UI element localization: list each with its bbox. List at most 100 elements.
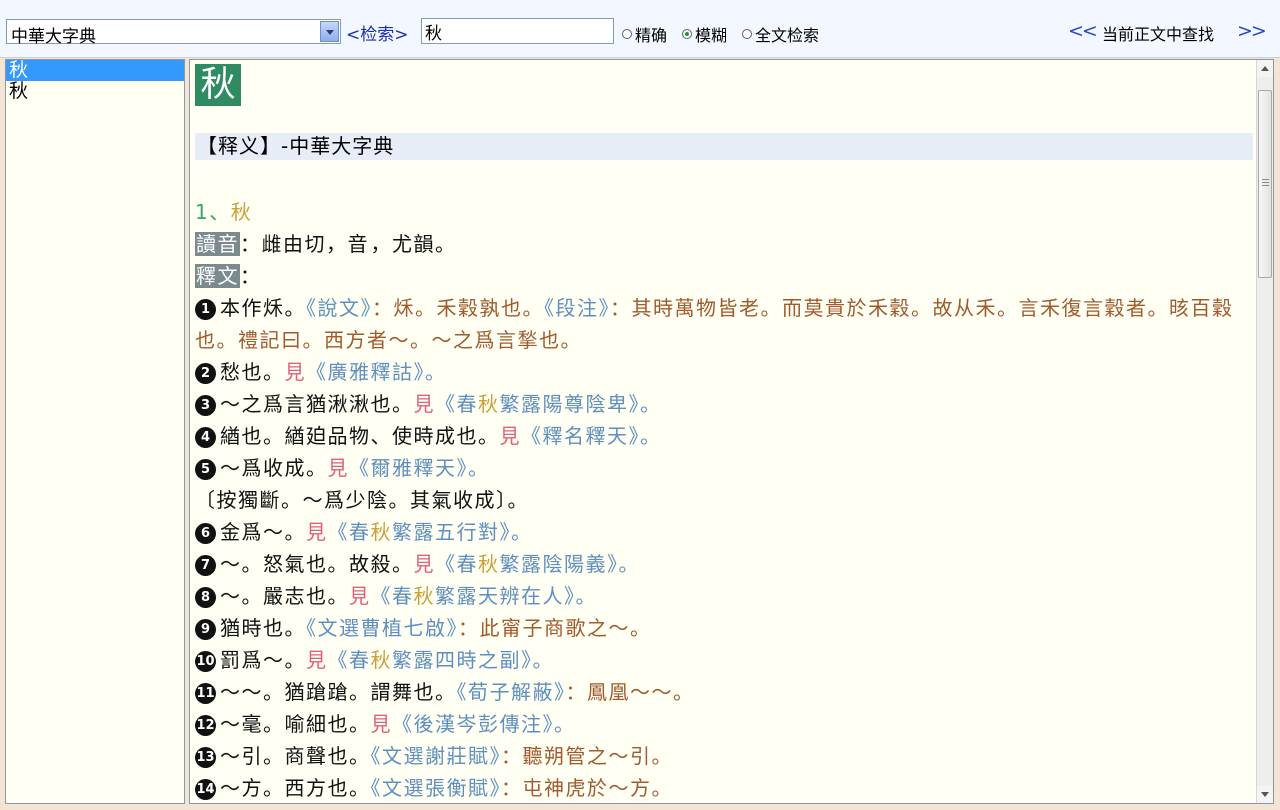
toolbar: 中華大字典 <检索> 精确 模糊 全文检索 << 当前正文中查找 >> <box>0 0 1280 58</box>
section-header: 【释义】-中華大字典 <box>195 133 1253 160</box>
mode-fulltext-radio[interactable]: 全文检索 <box>742 22 819 46</box>
sense-8: 8 ～。嚴志也。見《春秋繁露天辨在人》。 <box>195 580 1253 612</box>
mode-fuzzy-label: 模糊 <box>695 22 727 46</box>
sense-ref: 《後漢岑彭傳注》。 <box>392 712 576 736</box>
mode-exact-radio[interactable]: 精确 <box>622 22 667 46</box>
see-label: 見 <box>349 584 371 608</box>
sense-number-icon: 12 <box>195 715 216 736</box>
definition-content: 秋 【释义】-中華大字典 1、秋 讀音：雌由切，音𩺶，尤韻。 釋文： 1 本作秌。… <box>195 64 1253 804</box>
sense-text: ～之爲言猶湫湫也。 <box>220 392 414 416</box>
sense-9: 9 猶時也。《文選曹植七啟》：此甯子商歌之～。 <box>195 612 1253 644</box>
reading-text: ：雌由切，音𩺶，尤韻。 <box>240 232 457 256</box>
find-prev-button[interactable]: << <box>1068 20 1096 42</box>
sense-number-icon: 14 <box>195 779 216 800</box>
sense-text: ～方。西方也。 <box>220 776 371 800</box>
sense-ref: 《廣雅釋詁》。 <box>306 360 447 384</box>
radio-circle-selected-icon <box>682 29 692 39</box>
sense-text: ～～。猶蹌蹌。謂舞也。 <box>220 680 457 704</box>
headword-highlight: 秋 <box>371 520 393 544</box>
sense-3: 3 ～之爲言猶湫湫也。見《春秋繁露陽尊陰卑》。 <box>195 388 1253 420</box>
sense-ref: 《春 <box>328 648 371 672</box>
find-next-button[interactable]: >> <box>1237 20 1265 42</box>
sense-13: 13 ～引。商聲也。《文選謝莊賦》：聽朔管之～引。 <box>195 740 1253 772</box>
sense-text: 罰爲～。 <box>220 648 306 672</box>
sense-number-icon: 1 <box>195 299 216 320</box>
sense-number-icon: 3 <box>195 395 216 416</box>
sense-ref: 《爾雅釋天》。 <box>349 456 490 480</box>
sense-number-icon: 7 <box>195 555 216 576</box>
find-in-text-label: 当前正文中查找 <box>1102 21 1214 45</box>
dictionary-select[interactable]: 中華大字典 <box>6 19 341 44</box>
sense-ref: 《荀子解蔽》 <box>457 680 566 704</box>
search-label: <检索> <box>346 20 409 45</box>
sense-ref: 繁露四時之副》。 <box>392 648 554 672</box>
sense-number-icon: 4 <box>195 427 216 448</box>
headword-highlight: 秋 <box>371 648 393 672</box>
sense-number-icon: 13 <box>195 747 216 768</box>
sense-colon: ： <box>610 296 632 320</box>
sense-text: 猶時也。 <box>220 616 306 640</box>
see-label: 見 <box>328 456 350 480</box>
list-item[interactable]: 秋 <box>6 60 184 81</box>
headword-highlight: 秋 <box>414 584 436 608</box>
search-input[interactable] <box>421 18 614 44</box>
sense-colon: ： <box>501 744 523 768</box>
sense-text: 愁也。 <box>220 360 285 384</box>
sense-ref: 《春 <box>435 552 478 576</box>
sense-5: 5 ～爲收成。見《爾雅釋天》。 <box>195 452 1253 484</box>
entry-index: 1、 <box>195 200 231 224</box>
vertical-scrollbar[interactable] <box>1256 60 1273 803</box>
mode-exact-label: 精确 <box>635 22 667 46</box>
sense-2: 2 愁也。見《廣雅釋詁》。 <box>195 356 1253 388</box>
sense-number-icon: 9 <box>195 619 216 640</box>
sense-number-icon: 11 <box>195 683 216 704</box>
see-label: 見 <box>371 712 393 736</box>
sense-text: 本作秌。 <box>220 296 306 320</box>
mode-fulltext-label: 全文检索 <box>755 22 819 46</box>
sense-quote: 鳳凰～～。 <box>587 680 695 704</box>
result-list[interactable]: 秋 秋 <box>5 59 185 804</box>
headword-highlight: 秋 <box>478 552 500 576</box>
sense-ref: 《文選謝莊賦》 <box>371 744 502 768</box>
sense-number-icon: 10 <box>195 651 216 672</box>
meaning-tag: 釋文 <box>195 264 240 288</box>
sense-6: 6 金爲～。見《春秋繁露五行對》。 <box>195 516 1253 548</box>
sense-10: 10 罰爲～。見《春秋繁露四時之副》。 <box>195 644 1253 676</box>
sense-11: 11 ～～。猶蹌蹌。謂舞也。《荀子解蔽》：鳳凰～～。 <box>195 676 1253 708</box>
see-label: 見 <box>500 424 522 448</box>
sense-ref: 繁露陽尊陰卑》。 <box>500 392 662 416</box>
definition-panel: 秋 【释义】-中華大字典 1、秋 讀音：雌由切，音𩺶，尤韻。 釋文： 1 本作秌。… <box>189 59 1274 804</box>
sense-14: 14 ～方。西方也。《文選張衡賦》：屯神虎於～方。 <box>195 772 1253 804</box>
sense-number-icon: 5 <box>195 459 216 480</box>
sense-text: ～毫。喻細也。 <box>220 712 371 736</box>
sense-colon: ： <box>458 616 480 640</box>
sense-ref: 繁露陰陽義》。 <box>500 552 641 576</box>
sense-number-icon: 2 <box>195 363 216 384</box>
sense-1: 1 本作秌。《說文》：秌。禾穀孰也。《段注》：其時萬物皆老。而莫貴於禾穀。故从禾。… <box>195 292 1253 356</box>
sense-ref: 《春 <box>371 584 414 608</box>
sense-note: 〔按獨斷。～爲少陰。其氣收成〕。 <box>195 484 1253 516</box>
scroll-up-arrow-icon[interactable] <box>1257 60 1273 77</box>
sense-colon: ： <box>566 680 588 704</box>
scrollbar-thumb[interactable] <box>1258 90 1272 278</box>
sense-ref: 繁露五行對》。 <box>392 520 533 544</box>
sense-ref: 《春 <box>435 392 478 416</box>
sense-text: ～。嚴志也。 <box>220 584 349 608</box>
meaning-colon: ： <box>240 264 262 288</box>
mode-fuzzy-radio[interactable]: 模糊 <box>682 22 727 46</box>
list-item[interactable]: 秋 <box>6 81 184 102</box>
dictionary-select-value: 中華大字典 <box>11 22 96 47</box>
headword-highlight: 秋 <box>478 392 500 416</box>
scroll-down-arrow-icon[interactable] <box>1257 786 1273 803</box>
chevron-down-icon[interactable] <box>320 21 339 42</box>
see-label: 見 <box>414 392 436 416</box>
sense-text: ～爲收成。 <box>220 456 328 480</box>
radio-circle-icon <box>742 29 752 39</box>
sense-quote: 此甯子商歌之～。 <box>480 616 652 640</box>
entry-headword: 秋 <box>231 200 253 224</box>
sense-7: 7 ～。怒氣也。故殺。見《春秋繁露陰陽義》。 <box>195 548 1253 580</box>
see-label: 見 <box>414 552 436 576</box>
sense-ref: 《文選張衡賦》 <box>371 776 502 800</box>
sense-ref: 《釋名釋天》。 <box>521 424 662 448</box>
reading-line: 讀音：雌由切，音𩺶，尤韻。 <box>195 228 1253 260</box>
